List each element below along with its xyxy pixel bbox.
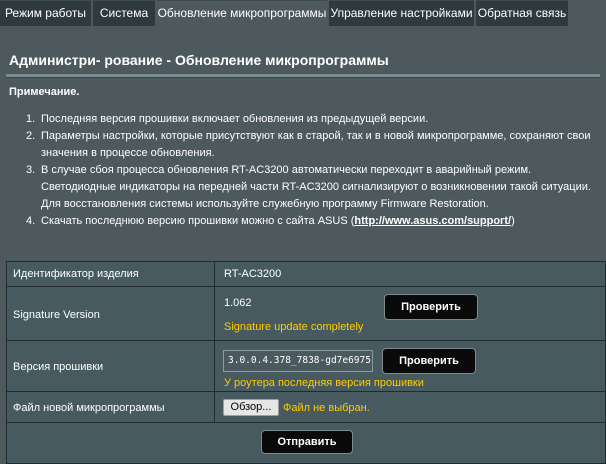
page-title: Администри- рование - Обновление микропр… [9,52,389,68]
row-new-firmware: Файл новой микропрограммы Обзор... Файл … [7,392,605,423]
tab-settings-management[interactable]: Управление настройками [329,0,474,26]
firmware-status: У роутера последняя версия прошивки [224,377,424,389]
tab-label: Обновление микропрограммы [157,6,327,20]
firmware-version-label: Версия прошивки [13,361,104,373]
tab-label: Управление настройками [330,6,473,20]
signature-check-button[interactable]: Проверить [384,294,478,320]
product-id-value: RT-AC3200 [224,268,282,280]
row-product-id: Идентификатор изделия RT-AC3200 [7,262,605,287]
tab-bar: Режим работы Система Обновление микропро… [0,0,606,26]
row-signature: Signature Version 1.062 Signature update… [7,287,605,341]
note-number: 4. [26,215,36,227]
note-text: Скачать последнюю версию прошивки можно … [41,213,606,230]
row-label-cell: Версия прошивки [7,341,215,391]
row-firmware-version: Версия прошивки 3.0.0.4.378_7838-gd7e697… [7,341,605,392]
asus-support-link[interactable]: http://www.asus.com/support/ [354,215,511,227]
tab-label: Режим работы [4,6,87,20]
firmware-check-button[interactable]: Проверить [382,348,476,374]
tab-system[interactable]: Система [93,0,155,26]
note-text-after: ) [511,215,515,227]
firmware-table: Идентификатор изделия RT-AC3200 Signatur… [6,261,606,464]
notes-heading: Примечание. [9,86,80,98]
tab-feedback[interactable]: Обратная связь [476,0,568,26]
row-label-cell: Файл новой микропрограммы [7,392,215,422]
new-firmware-label: Файл новой микропрограммы [13,402,165,414]
note-number: 1. [26,113,36,125]
note-text-before: Скачать последнюю версию прошивки можно … [41,215,355,227]
signature-status: Signature update completely [224,321,364,333]
firmware-version-field: 3.0.0.4.378_7838-gd7e6975 [223,350,373,372]
tab-label: Система [99,6,149,20]
product-id-label: Идентификатор изделия [13,268,139,280]
tab-label: Обратная связь [477,6,567,20]
no-file-selected-text: Файл не выбран. [283,402,370,414]
tab-firmware-upgrade[interactable]: Обновление микропрограммы [157,0,327,26]
note-number: 2. [26,130,36,142]
submit-button[interactable]: Отправить [261,430,353,454]
signature-label: Signature Version [13,309,100,321]
row-label-cell: Идентификатор изделия [7,262,215,286]
note-text: Параметры настройки, которые присутствую… [41,130,591,159]
signature-version-value: 1.062 [224,297,252,309]
note-text: Последняя версия прошивки включает обнов… [41,113,429,125]
note-number: 3. [26,164,36,176]
tab-operation-mode[interactable]: Режим работы [0,0,91,26]
row-label-cell: Signature Version [7,287,215,340]
note-text: В случае сбоя процесса обновления RT-AC3… [41,164,591,210]
title-divider-shadow [6,77,600,78]
browse-file-button[interactable]: Обзор... [223,399,279,416]
